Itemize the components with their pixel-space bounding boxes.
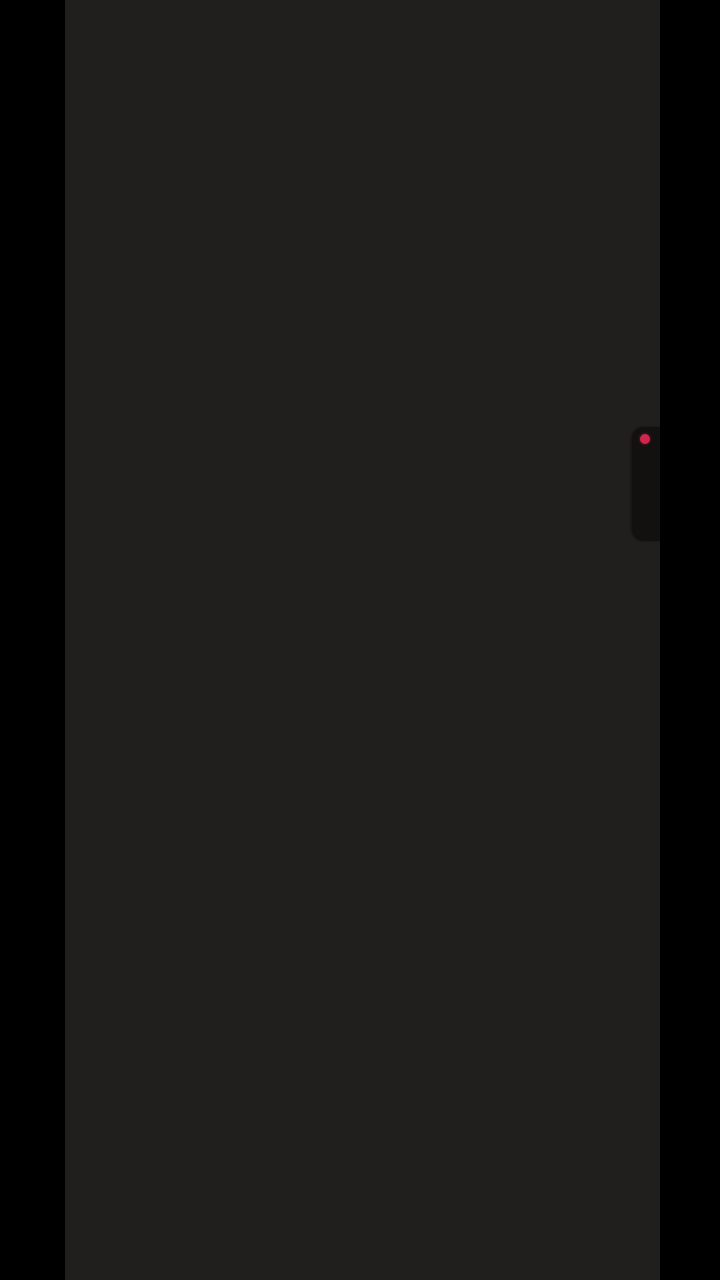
letterbox-left — [0, 0, 65, 1280]
blank-app-surface — [65, 0, 660, 1280]
edge-panel-handle[interactable] — [632, 427, 660, 541]
screen — [0, 0, 720, 1280]
letterbox-right — [660, 0, 720, 1280]
record-dot-icon — [640, 434, 650, 444]
